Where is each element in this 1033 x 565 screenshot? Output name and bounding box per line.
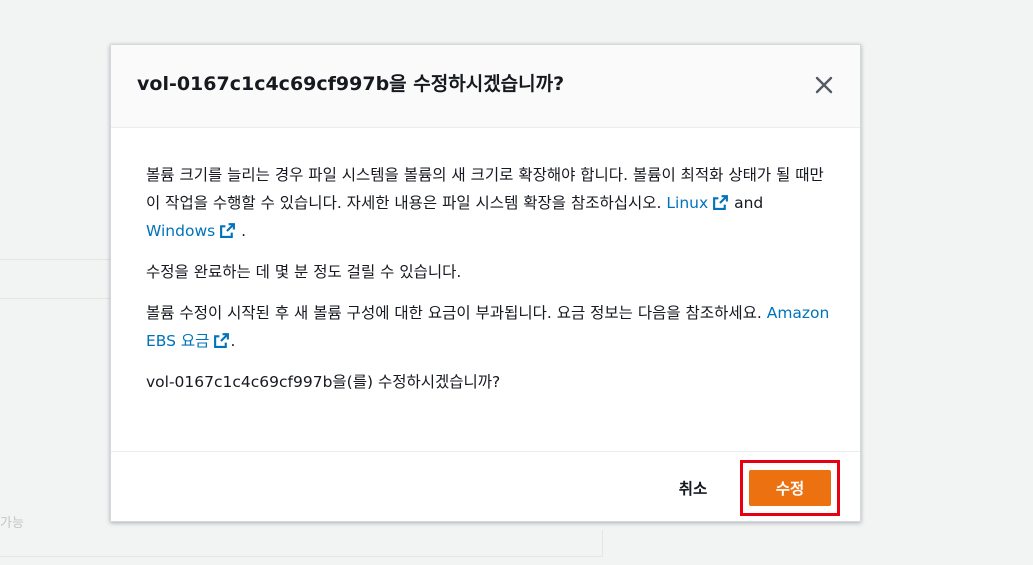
resize-info-paragraph: 볼륨 크기를 늘리는 경우 파일 시스템을 볼륨의 새 크기로 확장해야 합니다… [146,161,836,245]
and-text: and [729,194,764,212]
external-link-icon [713,195,729,210]
dialog-header: vol-0167c1c4c69cf997b을 수정하시겠습니까? [111,45,860,128]
modify-button[interactable]: 수정 [749,470,831,506]
close-button[interactable] [812,73,836,97]
background-divider [0,259,110,260]
cancel-button[interactable]: 취소 [649,468,737,508]
background-divider [0,298,110,299]
background-field [0,530,603,557]
external-link-icon [214,333,230,348]
background-text: 가능 [0,516,24,531]
dialog-title: vol-0167c1c4c69cf997b을 수정하시겠습니까? [137,73,565,95]
pricing-paragraph: 볼륨 수정이 시작된 후 새 볼륨 구성에 대한 요금이 부과됩니다. 요금 정… [146,299,836,355]
close-icon [815,76,833,94]
duration-paragraph: 수정을 완료하는 데 몇 분 정도 걸릴 수 있습니다. [146,263,462,281]
modify-volume-dialog: vol-0167c1c4c69cf997b을 수정하시겠습니까? 볼륨 크기를 … [110,44,861,522]
confirm-question: vol-0167c1c4c69cf997b을(를) 수정하시겠습니까? [146,373,501,391]
highlight-box: 수정 [740,460,840,516]
windows-link[interactable]: Windows [146,222,236,240]
period-text: . [230,332,236,350]
dialog-body: 볼륨 크기를 늘리는 경우 파일 시스템을 볼륨의 새 크기로 확장해야 합니다… [146,161,836,409]
external-link-icon [220,223,236,238]
dialog-footer: 취소 수정 [111,451,860,522]
pricing-text: 볼륨 수정이 시작된 후 새 볼륨 구성에 대한 요금이 부과됩니다. 요금 정… [146,304,767,322]
period-text: . [236,222,247,240]
linux-link[interactable]: Linux [666,194,729,212]
